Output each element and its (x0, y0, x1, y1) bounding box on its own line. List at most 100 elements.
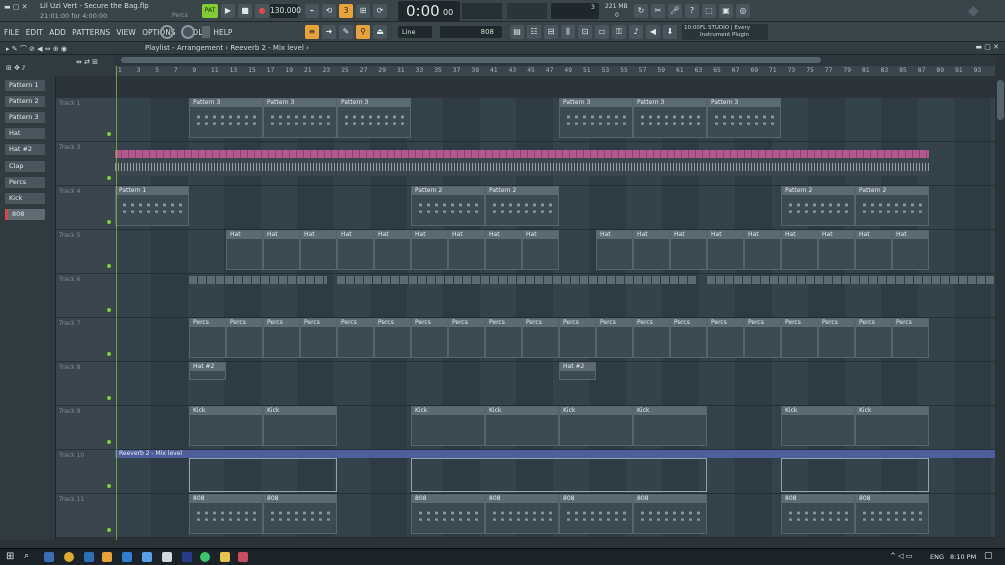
fl-studio-taskbar-icon[interactable] (102, 552, 112, 562)
clip-hat[interactable]: Hat (337, 230, 374, 270)
clip-808[interactable]: 808 (263, 494, 337, 534)
speaker-icon[interactable]: ◀ (646, 25, 660, 39)
clip-hat[interactable]: Hat (744, 230, 781, 270)
guitar-icon[interactable]: ♪ (629, 25, 643, 39)
clip-hat[interactable]: Hat (485, 230, 522, 270)
menu-file[interactable]: FILE (4, 28, 19, 37)
clip-pattern-3[interactable]: Pattern 3 (189, 98, 263, 138)
track-lane-11[interactable]: 808 808 808 808 808 808 808 808 (115, 494, 995, 538)
premiere-icon[interactable] (182, 552, 192, 562)
clip-hat[interactable]: Hat (855, 230, 892, 270)
clip-kick[interactable]: Kick (189, 406, 263, 446)
window-controls[interactable]: ▬ ▢ ✕ (4, 3, 28, 11)
arrow-icon[interactable]: ➜ (322, 25, 336, 39)
mic-icon[interactable]: 🎤︎ (668, 4, 682, 18)
system-tray-icons[interactable]: ^ ◁ ▭ (890, 552, 912, 560)
clip-808[interactable]: 808 (485, 494, 559, 534)
clap-clips[interactable] (189, 276, 327, 284)
master-pitch-knob[interactable] (181, 25, 195, 39)
track-lane-1[interactable]: Pattern 3 Pattern 3 Pattern 3 Pattern 3 … (115, 98, 995, 142)
clip-pattern-2[interactable]: Pattern 2 (411, 186, 485, 226)
playlist-icon[interactable]: ≡ (305, 25, 319, 39)
record-button[interactable]: ● (255, 4, 269, 18)
clip-808[interactable]: 808 (559, 494, 633, 534)
clip-pattern-1[interactable]: Pattern 1 (115, 186, 189, 226)
clip-hat[interactable]: Hat (226, 230, 263, 270)
clip-percs[interactable]: Percs (633, 318, 670, 358)
file-explorer-icon[interactable] (220, 552, 230, 562)
clip-kick[interactable]: Kick (633, 406, 707, 446)
snap-icons[interactable]: ⇹ ⇄ ⊞ (76, 58, 98, 66)
pattern-mode-toggle[interactable]: PAT (202, 4, 218, 18)
download-icon[interactable]: ⬇ (663, 25, 677, 39)
clip-808[interactable]: 808 (411, 494, 485, 534)
taskbar-clock[interactable]: 8:10 PM (950, 553, 976, 561)
track-header-5[interactable]: Track 5 (56, 230, 115, 274)
clip-hat[interactable]: Hat (448, 230, 485, 270)
track-header-6[interactable]: Track 6 (56, 274, 115, 318)
pencil-icon[interactable]: ✎ (339, 25, 353, 39)
menu-edit[interactable]: EDIT (26, 28, 43, 37)
clip-kick[interactable]: Kick (855, 406, 929, 446)
vertical-scroll-thumb[interactable] (997, 80, 1004, 120)
clip-pattern-3[interactable]: Pattern 3 (707, 98, 781, 138)
step-seq-icon[interactable]: ⊟ (544, 25, 558, 39)
clap-clips[interactable] (337, 276, 697, 284)
track-lane-6[interactable] (115, 274, 995, 318)
clip-hat[interactable]: Hat (374, 230, 411, 270)
clip-808[interactable]: 808 (633, 494, 707, 534)
clip-kick[interactable]: Kick (559, 406, 633, 446)
track-mute-led[interactable] (107, 176, 111, 180)
track-header-9[interactable]: Track 9 (56, 406, 115, 450)
track-header-3[interactable]: Track 3 (56, 142, 115, 186)
menu-add[interactable]: ADD (49, 28, 66, 37)
clip-hat[interactable]: Hat (818, 230, 855, 270)
photoshop-icon[interactable] (84, 552, 94, 562)
app-icon-blue[interactable] (122, 552, 132, 562)
stop-button[interactable]: ■ (238, 4, 252, 18)
track-header-7[interactable]: Track 7 (56, 318, 115, 362)
step-edit-icon[interactable]: ⊞ (356, 4, 370, 18)
clip-hat[interactable]: Hat (300, 230, 337, 270)
clip-pattern-3[interactable]: Pattern 3 (559, 98, 633, 138)
picker-view-icons[interactable]: ⊞ ✥ ⫽ (6, 64, 25, 73)
track-mute-led[interactable] (107, 440, 111, 444)
clip-percs[interactable]: Percs (337, 318, 374, 358)
menu-help[interactable]: HELP (213, 28, 232, 37)
clip-hat[interactable]: Hat (411, 230, 448, 270)
clip-hat[interactable]: Hat (781, 230, 818, 270)
countdown-icon[interactable]: 3 (339, 4, 353, 18)
app-icon-check[interactable] (142, 552, 152, 562)
playlist-window-controls[interactable]: ▬ ▢ ✕ (975, 43, 999, 51)
track-header-11[interactable]: Track 11 (56, 494, 115, 538)
breadcrumb-arrangement[interactable]: Playlist - Arrangement (145, 44, 223, 52)
clip-percs[interactable]: Percs (485, 318, 522, 358)
app-icon-keyboard[interactable] (162, 552, 172, 562)
search-icon[interactable]: ⌕ (24, 551, 29, 561)
clip-percs[interactable]: Percs (670, 318, 707, 358)
clip-hat[interactable]: Hat (633, 230, 670, 270)
browser-icon[interactable]: ▭ (595, 25, 609, 39)
clip-percs[interactable]: Percs (596, 318, 633, 358)
timeline-ruler[interactable]: 1 3 5 7 9 11 13 15 17 19 21 23 25 27 29 31 33 35 37 39 41 43 4… (115, 66, 995, 76)
track-lane-7[interactable]: Percs Percs Percs Percs Percs Percs Perc… (115, 318, 995, 362)
language-indicator[interactable]: ENG (930, 553, 944, 561)
track-header-8[interactable]: Track 8 (56, 362, 115, 406)
render-icon[interactable]: ▣ (719, 4, 733, 18)
play-button[interactable]: ▶ (221, 4, 235, 18)
automation-segment[interactable] (189, 458, 337, 492)
menu-patterns[interactable]: PATTERNS (72, 28, 110, 37)
loop-record-icon[interactable]: ⟳ (373, 4, 387, 18)
clip-808[interactable]: 808 (781, 494, 855, 534)
clip-hat[interactable]: Hat (263, 230, 300, 270)
clip-percs[interactable]: Percs (300, 318, 337, 358)
tools-icon[interactable]: ✂ (651, 4, 665, 18)
scroll-thumb[interactable] (121, 57, 821, 63)
clip-percs[interactable]: Percs (374, 318, 411, 358)
clip-percs[interactable]: Percs (818, 318, 855, 358)
breadcrumb-automation[interactable]: Reeverb 2 - Mix level (230, 44, 304, 52)
audio-waveform[interactable] (115, 158, 929, 176)
clip-percs[interactable]: Percs (707, 318, 744, 358)
playhead[interactable] (116, 66, 117, 540)
picker-hat[interactable]: Hat (5, 128, 45, 139)
